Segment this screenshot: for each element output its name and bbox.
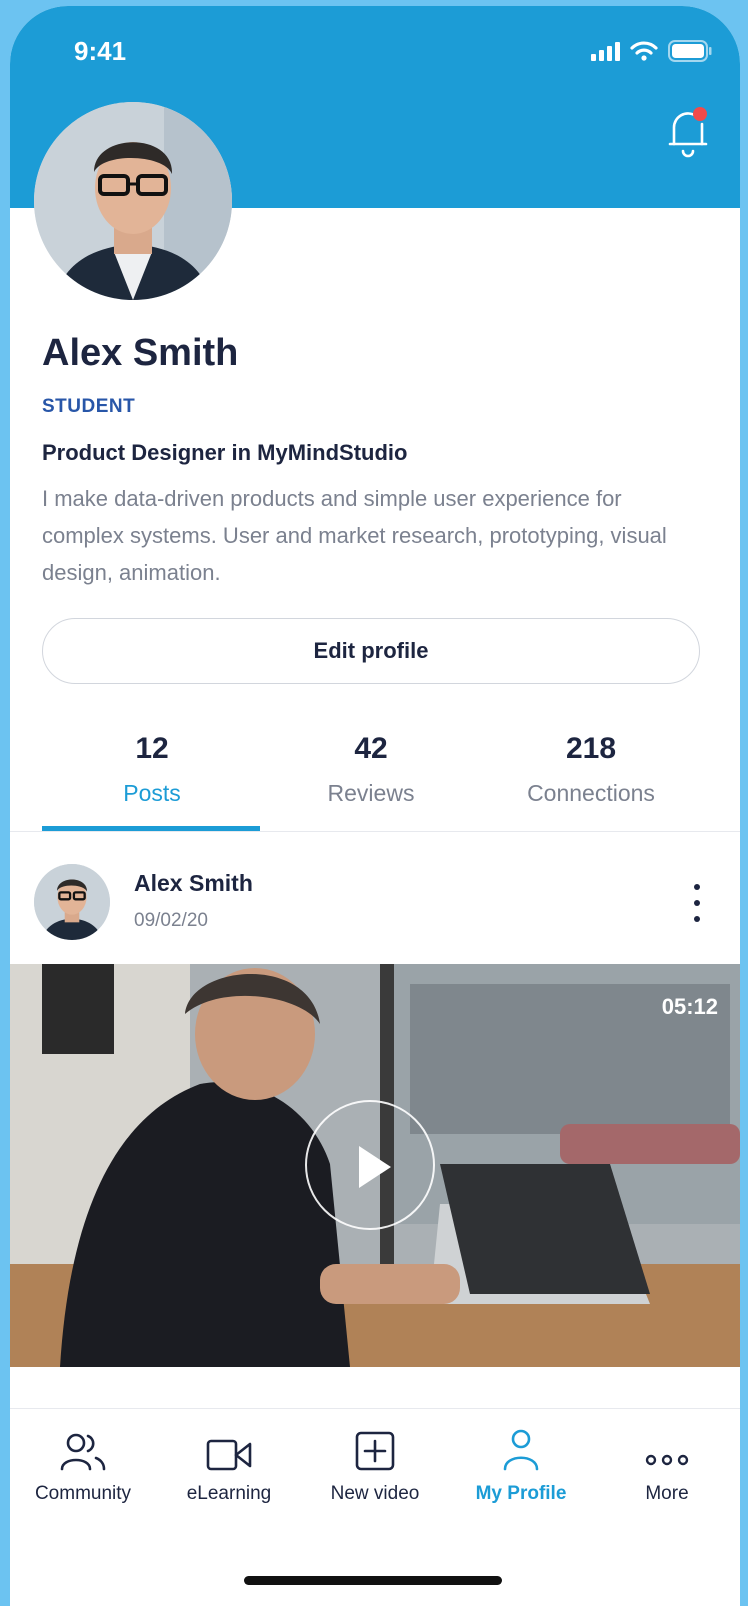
profile-bio: I make data-driven products and simple u… bbox=[42, 486, 667, 585]
tab-my-profile-label: My Profile bbox=[475, 1483, 567, 1504]
profile-headline: Product Designer in MyMindStudio bbox=[42, 440, 408, 465]
status-time: 9:41 bbox=[74, 36, 127, 66]
tab-more[interactable]: More bbox=[594, 1409, 740, 1505]
community-icon bbox=[60, 1433, 106, 1471]
wifi-icon bbox=[630, 41, 658, 61]
post-date: 09/02/20 bbox=[134, 910, 208, 931]
tab-posts[interactable]: 12 Posts bbox=[42, 732, 262, 807]
posts-count: 12 bbox=[135, 732, 169, 765]
profile-avatar[interactable] bbox=[34, 102, 232, 300]
play-button[interactable] bbox=[305, 1100, 435, 1230]
profile-role-badge: STUDENT bbox=[42, 396, 136, 417]
tab-more-label: More bbox=[645, 1483, 689, 1504]
reviews-count: 42 bbox=[354, 732, 388, 765]
tab-elearning[interactable]: eLearning bbox=[156, 1409, 302, 1505]
connections-count: 218 bbox=[565, 732, 617, 765]
reviews-label: Reviews bbox=[327, 780, 415, 806]
signal-icon bbox=[591, 41, 620, 61]
add-square-icon bbox=[355, 1431, 395, 1471]
more-options-icon[interactable] bbox=[690, 884, 704, 922]
home-indicator[interactable] bbox=[244, 1576, 502, 1585]
connections-label: Connections bbox=[527, 780, 655, 806]
notification-bell-icon[interactable] bbox=[666, 104, 710, 160]
more-dots-icon bbox=[645, 1454, 689, 1466]
posts-label: Posts bbox=[123, 780, 181, 806]
profile-stats-tabs: 12 Posts 42 Reviews 218 Connections bbox=[10, 732, 740, 838]
tab-new-video[interactable]: New video bbox=[302, 1409, 448, 1505]
tab-connections[interactable]: 218 Connections bbox=[481, 732, 701, 807]
tab-my-profile[interactable]: My Profile bbox=[448, 1409, 594, 1505]
status-icons bbox=[591, 40, 712, 62]
tab-community-label: Community bbox=[34, 1483, 132, 1504]
video-duration: 05:12 bbox=[661, 994, 718, 1019]
edit-profile-button[interactable]: Edit profile bbox=[42, 618, 700, 684]
battery-icon bbox=[668, 40, 712, 62]
post-video[interactable]: 05:12 bbox=[10, 964, 740, 1367]
tab-elearning-label: eLearning bbox=[186, 1483, 272, 1504]
play-icon bbox=[359, 1146, 391, 1188]
post-author-avatar[interactable] bbox=[34, 864, 110, 940]
notification-dot bbox=[693, 107, 707, 121]
stats-divider bbox=[10, 831, 740, 832]
phone-screen: 9:41 Alex Smith STUDENT Product Designer… bbox=[10, 6, 740, 1606]
post-author-name[interactable]: Alex Smith bbox=[134, 870, 253, 897]
tab-reviews[interactable]: 42 Reviews bbox=[261, 732, 481, 807]
tab-community[interactable]: Community bbox=[10, 1409, 156, 1505]
tab-new-video-label: New video bbox=[330, 1483, 420, 1504]
user-icon bbox=[503, 1429, 539, 1471]
video-camera-icon bbox=[206, 1439, 252, 1471]
profile-name: Alex Smith bbox=[42, 332, 239, 374]
